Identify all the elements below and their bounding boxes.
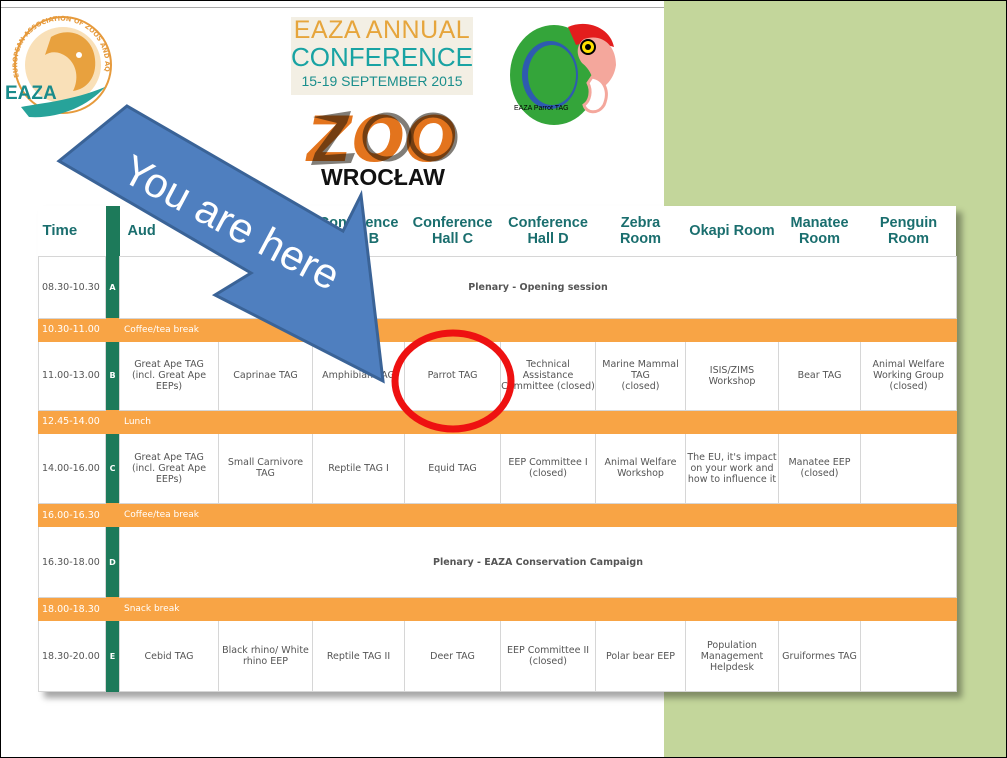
session-cell: Great Ape TAG (incl. Great Ape EEPs) bbox=[119, 340, 219, 411]
session-letter: C bbox=[105, 433, 120, 504]
session-letter: A bbox=[105, 256, 120, 319]
conference-title-line1: EAZA ANNUAL bbox=[293, 16, 471, 44]
eaza-logo: EUROPEAN ASSOCIATION OF ZOOS AND AQUARIA… bbox=[1, 1, 119, 125]
table-header-row: Time Aud ce Conference Hall B Conference H… bbox=[38, 206, 957, 257]
header-penguin-room: Penguin Room bbox=[860, 206, 957, 257]
session-letter: B bbox=[105, 341, 120, 411]
break-row: 18.00-18.30 Snack break bbox=[38, 597, 957, 622]
table-row: 08.30-10.30 A Plenary - Opening session bbox=[38, 255, 957, 319]
time-cell: 18.30-20.00 bbox=[38, 620, 106, 692]
session-cell: ISIS/ZIMS Workshop bbox=[685, 340, 779, 411]
time-cell: 11.00-13.00 bbox=[38, 340, 106, 411]
break-label: Snack break bbox=[119, 597, 957, 622]
break-spacer bbox=[105, 318, 120, 342]
session-cell: Animal Welfare Workshop bbox=[595, 432, 686, 505]
header-conference-hall-a: ce bbox=[218, 206, 313, 257]
session-cell: EEP Committee I (closed) bbox=[500, 432, 596, 505]
parrot-tag-label: EAZA Parrot TAG bbox=[514, 105, 569, 112]
break-label: Coffee/tea break bbox=[119, 318, 957, 342]
session-cell: The EU, it's impact on your work and how… bbox=[685, 432, 779, 505]
header-conference-hall-b: Conference Hall B bbox=[312, 206, 405, 257]
session-cell: Gruiformes TAG bbox=[778, 620, 861, 692]
conference-dates: 15-19 SEPTEMBER 2015 bbox=[301, 73, 463, 89]
session-cell: Population Management Helpdesk bbox=[685, 620, 779, 692]
break-label: Lunch bbox=[119, 409, 957, 434]
session-cell: Equid TAG bbox=[404, 432, 501, 505]
header-auditorium: Aud bbox=[119, 206, 219, 257]
header-conference-hall-d: Conference Hall D bbox=[500, 206, 596, 257]
header-zebra-room: Zebra Room bbox=[595, 206, 686, 257]
slide: EUROPEAN ASSOCIATION OF ZOOS AND AQUARIA… bbox=[0, 0, 1007, 758]
break-spacer bbox=[105, 597, 120, 622]
session-cell: Cebid TAG bbox=[119, 620, 219, 692]
plenary-session-title: Plenary - EAZA Conservation Campaign bbox=[119, 526, 957, 599]
plenary-session-title: Plenary - Opening session bbox=[119, 255, 957, 319]
parrot-tag-logo: EAZA Parrot TAG bbox=[506, 17, 618, 127]
header-okapi-room: Okapi Room bbox=[685, 206, 779, 257]
session-cell: Black rhino/ White rhino EEP bbox=[218, 620, 313, 692]
zoo-wroclaw-logo: ZOO WROCŁAW bbox=[303, 105, 463, 191]
session-cell: Great Ape TAG (incl. Great Ape EEPs) bbox=[119, 432, 219, 505]
time-cell: 08.30-10.30 bbox=[38, 255, 106, 319]
session-cell: Marine Mammal TAG (closed) bbox=[595, 340, 686, 411]
break-spacer bbox=[105, 503, 120, 528]
session-cell bbox=[860, 432, 957, 505]
session-cell: Caprinae TAG bbox=[218, 340, 313, 411]
session-cell: EEP Committee II (closed) bbox=[500, 620, 596, 692]
table-row: 11.00-13.00 B Great Ape TAG (incl. Great… bbox=[38, 340, 957, 411]
header-conference-hall-c: Conference Hall C bbox=[404, 206, 501, 257]
table-row: 18.30-20.00 E Cebid TAG Black rhino/ Whi… bbox=[38, 620, 957, 692]
conference-title-line2: CONFERENCE bbox=[291, 42, 474, 72]
time-cell: 16.30-18.00 bbox=[38, 526, 106, 599]
time-cell: 18.00-18.30 bbox=[38, 597, 106, 622]
session-cell: Bear TAG bbox=[778, 340, 861, 411]
session-cell: Reptile TAG I bbox=[312, 432, 405, 505]
header-manatee-room: Manatee Room bbox=[778, 206, 861, 257]
session-cell: Animal Welfare Working Group (closed) bbox=[860, 340, 957, 411]
city-wordmark: WROCŁAW bbox=[321, 164, 445, 190]
time-cell: 14.00-16.00 bbox=[38, 432, 106, 505]
session-cell: Deer TAG bbox=[404, 620, 501, 692]
session-cell: Reptile TAG II bbox=[312, 620, 405, 692]
header-time: Time bbox=[38, 206, 106, 257]
time-cell: 10.30-11.00 bbox=[38, 318, 106, 342]
session-cell: Manatee EEP (closed) bbox=[778, 432, 861, 505]
session-cell bbox=[860, 620, 957, 692]
session-cell: Technical Assistance Committee (closed) bbox=[500, 340, 596, 411]
eaza-wordmark: EAZA bbox=[5, 83, 57, 104]
break-row: 12.45-14.00 Lunch bbox=[38, 409, 957, 434]
session-cell: Polar bear EEP bbox=[595, 620, 686, 692]
session-cell: Small Carnivore TAG bbox=[218, 432, 313, 505]
session-letter: E bbox=[105, 620, 120, 692]
session-letter: D bbox=[105, 526, 120, 598]
letter-column-header bbox=[105, 206, 120, 256]
time-cell: 16.00-16.30 bbox=[38, 503, 106, 528]
table-row: 16.30-18.00 D Plenary - EAZA Conservatio… bbox=[38, 526, 957, 599]
time-cell: 12.45-14.00 bbox=[38, 409, 106, 434]
session-cell-parrot-tag: Parrot TAG bbox=[404, 340, 501, 411]
break-spacer bbox=[105, 409, 120, 434]
break-row: 16.00-16.30 Coffee/tea break bbox=[38, 503, 957, 528]
break-row: 10.30-11.00 Coffee/tea break bbox=[38, 318, 957, 342]
table-row: 14.00-16.00 C Great Ape TAG (incl. Great… bbox=[38, 432, 957, 505]
break-label: Coffee/tea break bbox=[119, 503, 957, 528]
conference-title-logo: EAZA ANNUAL CONFERENCE 15-19 SEPTEMBER 2… bbox=[291, 17, 473, 95]
conference-schedule-table: Time Aud ce Conference Hall B Conference H… bbox=[38, 206, 957, 692]
session-cell: Amphibian TAG bbox=[312, 340, 405, 411]
